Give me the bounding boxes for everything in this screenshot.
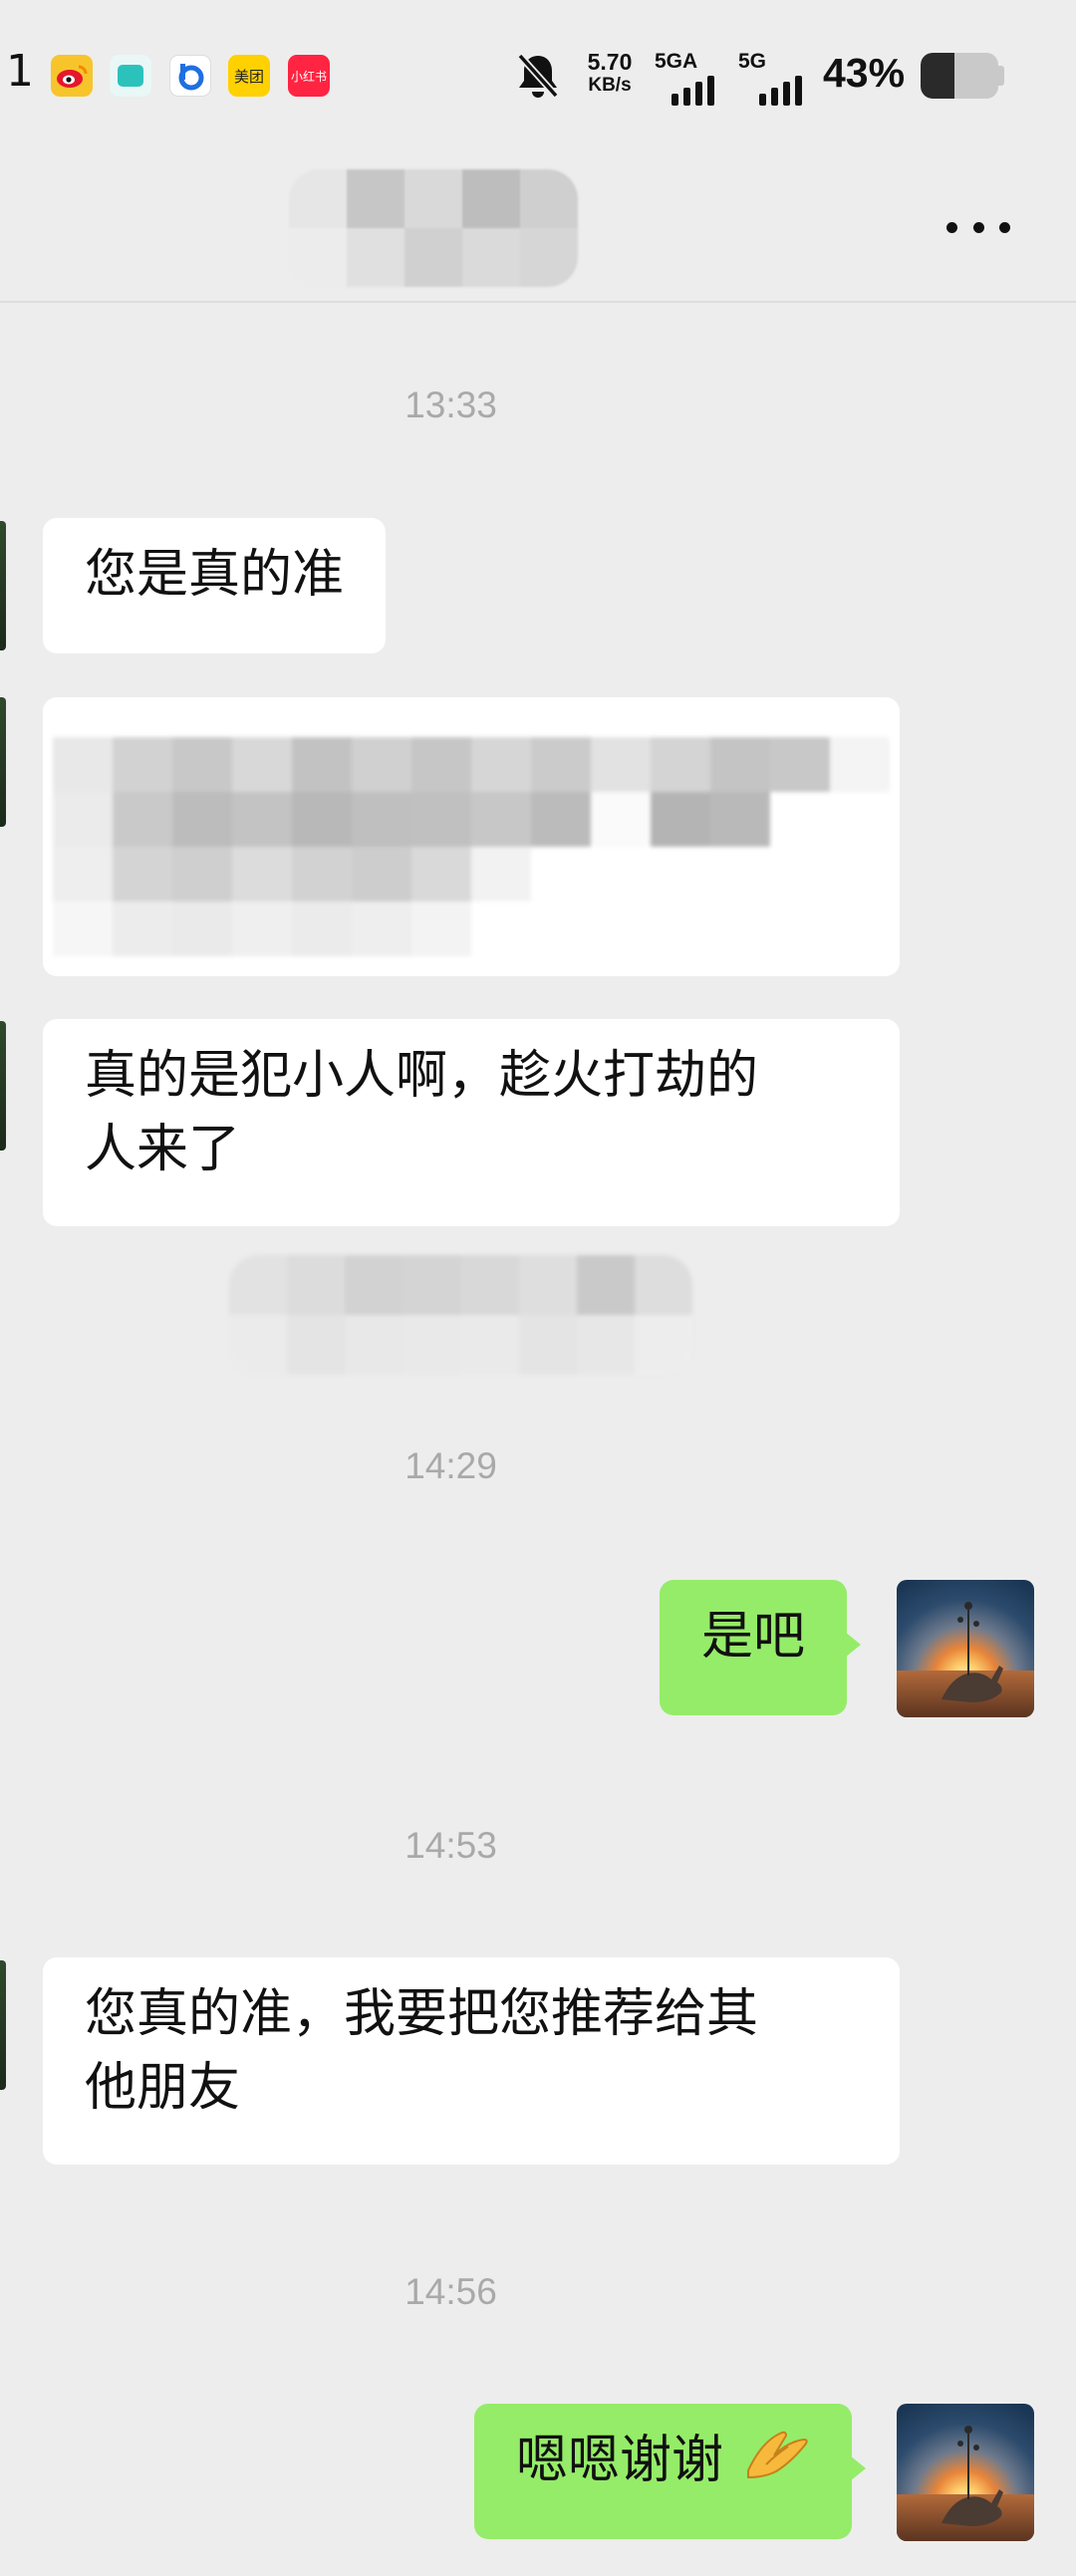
signal-bars-2-icon bbox=[759, 76, 802, 106]
contact-avatar[interactable] bbox=[0, 1960, 6, 2090]
message-text-line: 他朋友 bbox=[85, 2058, 241, 2118]
contact-avatar[interactable] bbox=[0, 521, 6, 650]
message-bubble-incoming-blurred[interactable] bbox=[43, 697, 900, 976]
signal-bars-1-icon bbox=[672, 76, 714, 106]
meituan-label: 美团 bbox=[233, 67, 264, 86]
message-text-line: 人来了 bbox=[85, 1120, 241, 1179]
blurred-system-notice bbox=[229, 1255, 692, 1375]
folded-hands-emoji-icon bbox=[744, 2423, 810, 2504]
timestamp: 14:53 bbox=[404, 1825, 497, 1866]
network-speed: 5.70 KB/s bbox=[580, 50, 640, 98]
meituan-icon: 美团 bbox=[228, 55, 270, 97]
speed-unit: KB/s bbox=[588, 75, 632, 96]
battery-tip bbox=[998, 66, 1004, 86]
battery-percent: 43% bbox=[823, 50, 906, 96]
message-text: 是吧 bbox=[701, 1607, 806, 1667]
battery-icon bbox=[921, 53, 998, 99]
weibo-icon bbox=[51, 55, 93, 97]
app-blue-icon bbox=[169, 55, 211, 97]
message-bubble-outgoing[interactable]: 是吧 bbox=[660, 1580, 862, 1715]
speed-value: 5.70 bbox=[587, 49, 633, 75]
xiaohongshu-label: 小红书 bbox=[290, 69, 327, 84]
my-avatar[interactable] bbox=[897, 1580, 1034, 1717]
status-bar: 1 美团 小红书 5.70 KB/s 5GA 5G 43% bbox=[0, 0, 1076, 149]
timestamp: 14:29 bbox=[404, 1445, 497, 1486]
message-text-line: 您真的准，我要把您推荐给其 bbox=[85, 1984, 759, 2044]
avatar-hand-icon bbox=[942, 1602, 1003, 1702]
network-label-2: 5G bbox=[738, 50, 767, 73]
my-avatar[interactable] bbox=[897, 2404, 1034, 2541]
timestamp: 13:33 bbox=[404, 385, 497, 425]
message-bubble-incoming[interactable]: 真的是犯小人啊，趁火打劫的 人来了 bbox=[43, 1019, 900, 1226]
app-cyan-icon bbox=[110, 55, 151, 97]
bell-off-icon bbox=[514, 50, 562, 102]
more-dots-icon[interactable] bbox=[942, 207, 1014, 247]
contact-avatar[interactable] bbox=[0, 1021, 6, 1151]
battery-fill bbox=[921, 53, 954, 99]
timestamp: 14:56 bbox=[404, 2271, 497, 2312]
blurred-message-content bbox=[53, 737, 890, 956]
network-label-1: 5GA bbox=[655, 50, 698, 73]
message-bubble-outgoing[interactable]: 嗯嗯谢谢 bbox=[474, 2404, 866, 2539]
message-bubble-incoming[interactable]: 您是真的准 bbox=[43, 518, 387, 653]
contact-avatar[interactable] bbox=[0, 697, 6, 827]
message-bubble-incoming[interactable]: 您真的准，我要把您推荐给其 他朋友 bbox=[43, 1957, 900, 2165]
status-time: 1 bbox=[6, 46, 34, 97]
chat-header bbox=[0, 149, 1076, 303]
message-text: 嗯嗯谢谢 bbox=[516, 2431, 724, 2490]
message-text: 您是真的准 bbox=[85, 545, 345, 605]
chat-title-blurred bbox=[289, 169, 578, 287]
avatar-hand-icon bbox=[942, 2426, 1003, 2526]
message-text-line: 真的是犯小人啊，趁火打劫的 bbox=[85, 1046, 759, 1106]
xiaohongshu-icon: 小红书 bbox=[288, 55, 330, 97]
